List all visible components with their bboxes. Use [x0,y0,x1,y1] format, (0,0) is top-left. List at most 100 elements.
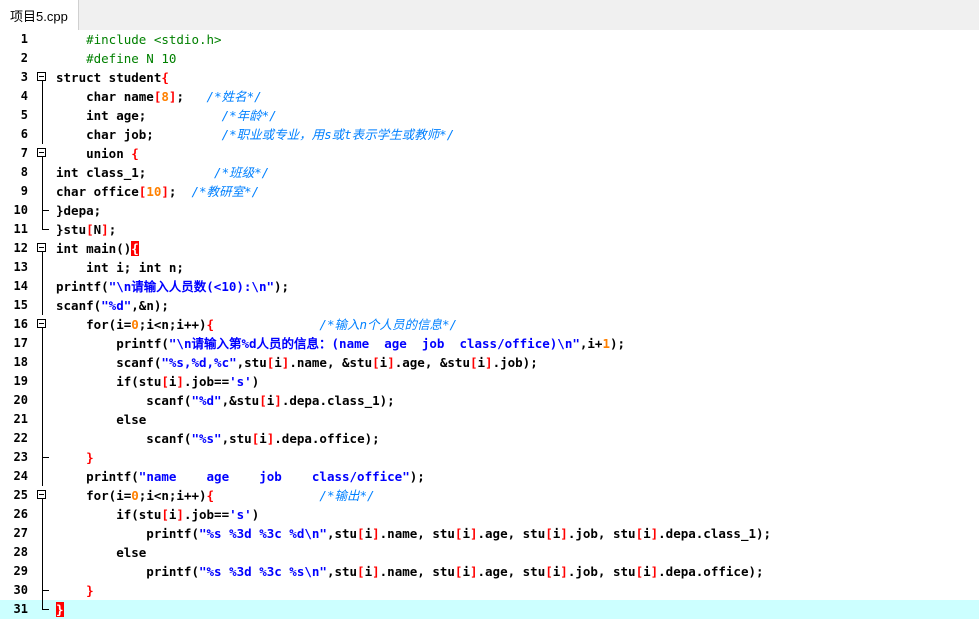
fold-toggle-icon[interactable] [34,68,52,87]
fold-guide [34,429,52,448]
code-text[interactable]: printf("%s %3d %3c %s\n",stu[i].name, st… [56,562,763,581]
line-number: 6 [20,127,28,141]
line-number: 19 [13,374,28,388]
code-line[interactable]: 20 scanf("%d",&stu[i].depa.class_1); [0,391,979,410]
fold-guide [34,581,52,600]
code-line[interactable]: 5 int age; /*年龄*/ [0,106,979,125]
code-line[interactable]: 29 printf("%s %3d %3c %s\n",stu[i].name,… [0,562,979,581]
code-text[interactable]: for(i=0;i<n;i++){ /*输入n个人员的信息*/ [56,315,457,334]
code-text[interactable]: printf("\n请输入第%d人员的信息：(name age job clas… [56,334,625,353]
code-text[interactable]: scanf("%d",&n); [56,296,169,315]
fold-guide [34,106,52,125]
fold-guide [34,505,52,524]
code-line[interactable]: 13 int i; int n; [0,258,979,277]
fold-toggle-icon[interactable] [34,239,52,258]
code-line[interactable]: 26 if(stu[i].job=='s') [0,505,979,524]
line-number: 5 [20,108,28,122]
tab-file[interactable]: 项目5.cpp [0,0,79,30]
code-text[interactable]: printf("name age job class/office"); [56,467,425,486]
code-line[interactable]: 4 char name[8]; /*姓名*/ [0,87,979,106]
code-line[interactable]: 7 union { [0,144,979,163]
tab-bar: 项目5.cpp [0,0,979,31]
code-text[interactable]: char office[10]; /*教研室*/ [56,182,259,201]
code-line[interactable]: 12 int main(){ [0,239,979,258]
fold-guide [34,543,52,562]
line-number: 9 [20,184,28,198]
line-number: 15 [13,298,28,312]
line-number: 4 [20,89,28,103]
code-text[interactable]: else [56,543,146,562]
code-line[interactable]: 14 printf("\n请输入人员数(<10):\n"); [0,277,979,296]
fold-guide [34,30,52,49]
code-line[interactable]: 6 char job; /*职业或专业，用s或t表示学生或教师*/ [0,125,979,144]
code-line[interactable]: 31} [0,600,979,619]
code-text[interactable]: printf("\n请输入人员数(<10):\n"); [56,277,289,296]
code-line[interactable]: 30 } [0,581,979,600]
code-line[interactable]: 21 else [0,410,979,429]
code-text[interactable]: scanf("%s,%d,%c",stu[i].name, &stu[i].ag… [56,353,538,372]
code-line[interactable]: 22 scanf("%s",stu[i].depa.office); [0,429,979,448]
code-line[interactable]: 23 } [0,448,979,467]
line-number: 11 [13,222,28,236]
code-text[interactable]: int class_1; /*班级*/ [56,163,269,182]
code-text[interactable]: }depa; [56,201,101,220]
code-line[interactable]: 19 if(stu[i].job=='s') [0,372,979,391]
code-line[interactable]: 27 printf("%s %3d %3c %d\n",stu[i].name,… [0,524,979,543]
code-line[interactable]: 16 for(i=0;i<n;i++){ /*输入n个人员的信息*/ [0,315,979,334]
fold-guide [34,391,52,410]
fold-guide [34,258,52,277]
code-text[interactable]: else [56,410,146,429]
fold-toggle-icon[interactable] [34,486,52,505]
code-line[interactable]: 17 printf("\n请输入第%d人员的信息：(name age job c… [0,334,979,353]
code-line[interactable]: 10 }depa; [0,201,979,220]
code-line[interactable]: 15 scanf("%d",&n); [0,296,979,315]
code-line[interactable]: 8 int class_1; /*班级*/ [0,163,979,182]
line-number: 14 [13,279,28,293]
code-text[interactable]: for(i=0;i<n;i++){ /*输出*/ [56,486,374,505]
line-number: 8 [20,165,28,179]
code-text[interactable]: struct student{ [56,68,169,87]
code-text[interactable]: int main(){ [56,239,139,258]
line-number: 13 [13,260,28,274]
code-text[interactable]: #define N 10 [56,49,176,68]
code-text[interactable]: char job; /*职业或专业，用s或t表示学生或教师*/ [56,125,454,144]
code-text[interactable]: scanf("%s",stu[i].depa.office); [56,429,379,448]
code-text[interactable]: if(stu[i].job=='s') [56,505,259,524]
fold-guide [34,562,52,581]
fold-guide [34,277,52,296]
code-text[interactable]: int i; int n; [56,258,184,277]
code-text[interactable]: printf("%s %3d %3c %d\n",stu[i].name, st… [56,524,771,543]
code-text[interactable]: char name[8]; /*姓名*/ [56,87,262,106]
code-editor[interactable]: 1 #include <stdio.h> 2 #define N 10 3 struc… [0,30,979,625]
code-text[interactable]: }stu[N]; [56,220,116,239]
code-text[interactable]: int age; /*年龄*/ [56,106,277,125]
code-text[interactable]: if(stu[i].job=='s') [56,372,259,391]
code-line[interactable]: 2 #define N 10 [0,49,979,68]
code-line[interactable]: 24 printf("name age job class/office"); [0,467,979,486]
code-text[interactable]: #include <stdio.h> [56,30,221,49]
line-number: 21 [13,412,28,426]
code-text[interactable]: union { [56,144,139,163]
code-line[interactable]: 28 else [0,543,979,562]
code-line[interactable]: 11 }stu[N]; [0,220,979,239]
line-number: 16 [13,317,28,331]
code-line[interactable]: 3 struct student{ [0,68,979,87]
code-text[interactable]: scanf("%d",&stu[i].depa.class_1); [56,391,394,410]
code-text[interactable]: } [56,581,94,600]
fold-guide [34,87,52,106]
code-line[interactable]: 9 char office[10]; /*教研室*/ [0,182,979,201]
fold-toggle-icon[interactable] [34,144,52,163]
code-line[interactable]: 1 #include <stdio.h> [0,30,979,49]
line-number: 29 [13,564,28,578]
code-text[interactable]: } [56,600,64,619]
code-text[interactable]: } [56,448,94,467]
line-number: 12 [13,241,28,255]
code-line[interactable]: 18 scanf("%s,%d,%c",stu[i].name, &stu[i]… [0,353,979,372]
line-number: 10 [13,203,28,217]
fold-toggle-icon[interactable] [34,315,52,334]
code-line[interactable]: 25 for(i=0;i<n;i++){ /*输出*/ [0,486,979,505]
line-number: 2 [20,51,28,65]
line-number: 24 [13,469,28,483]
fold-guide [34,125,52,144]
fold-guide [34,372,52,391]
